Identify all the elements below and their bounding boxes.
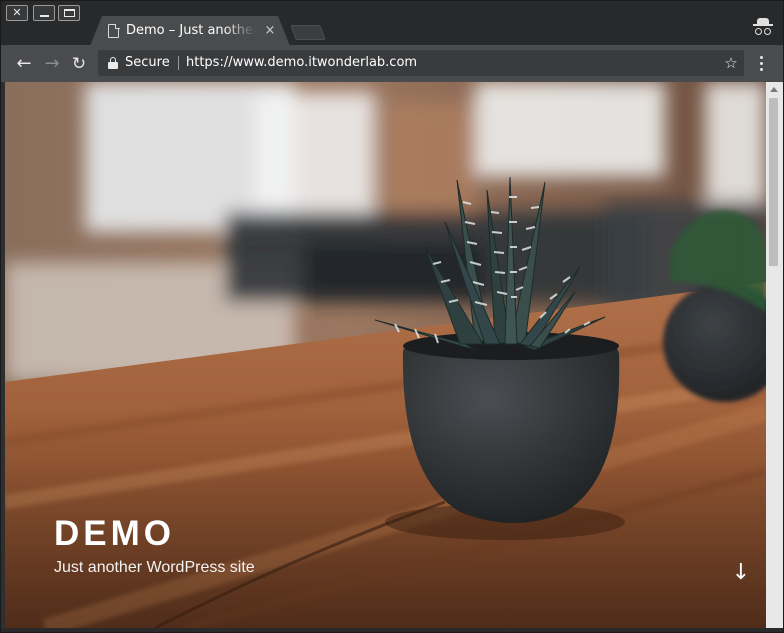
reload-button[interactable]: ↻: [67, 52, 91, 76]
new-tab-button[interactable]: [290, 25, 326, 40]
lock-icon[interactable]: [108, 57, 118, 69]
security-label[interactable]: Secure: [125, 54, 170, 72]
vertical-scrollbar[interactable]: [766, 82, 783, 628]
url-text[interactable]: https://www.demo.itwonderlab.com: [186, 54, 417, 72]
scroll-down-icon[interactable]: ↓: [729, 560, 753, 586]
address-separator: [178, 56, 179, 70]
maximize-icon: [64, 9, 75, 17]
window-maximize-button[interactable]: [58, 5, 80, 21]
browser-window: ✕ Demo – Just another WordPress site × ←…: [0, 0, 784, 633]
tab-close-button[interactable]: ×: [262, 22, 278, 40]
kebab-menu-icon[interactable]: [751, 53, 771, 75]
page-viewport: DEMO Just another WordPress site ↓: [5, 82, 766, 628]
address-bar[interactable]: Secure https://www.demo.itwonderlab.com …: [98, 50, 744, 76]
bookmark-star-icon[interactable]: ☆: [722, 53, 740, 73]
window-bottom-edge: [1, 628, 783, 632]
forward-button[interactable]: →: [40, 52, 64, 76]
minimize-icon: [40, 15, 49, 17]
browser-toolbar: ← → ↻ Secure https://www.demo.itwonderla…: [1, 45, 783, 82]
tab-strip: ✕ Demo – Just another WordPress site ×: [1, 1, 783, 46]
site-description: Just another WordPress site: [54, 559, 255, 576]
window-minimize-button[interactable]: [33, 5, 55, 21]
scrollbar-thumb[interactable]: [769, 98, 778, 266]
tab-demo[interactable]: Demo – Just another WordPress site ×: [90, 16, 290, 46]
incognito-icon: [753, 18, 773, 36]
tab-title: Demo – Just another WordPress site: [126, 23, 256, 38]
window-close-button[interactable]: ✕: [6, 5, 28, 21]
back-button[interactable]: ←: [12, 52, 36, 76]
close-icon: ✕: [12, 6, 22, 19]
scroll-up-arrow-icon[interactable]: [770, 87, 778, 92]
site-title[interactable]: DEMO: [54, 512, 175, 556]
document-icon: [108, 23, 120, 38]
